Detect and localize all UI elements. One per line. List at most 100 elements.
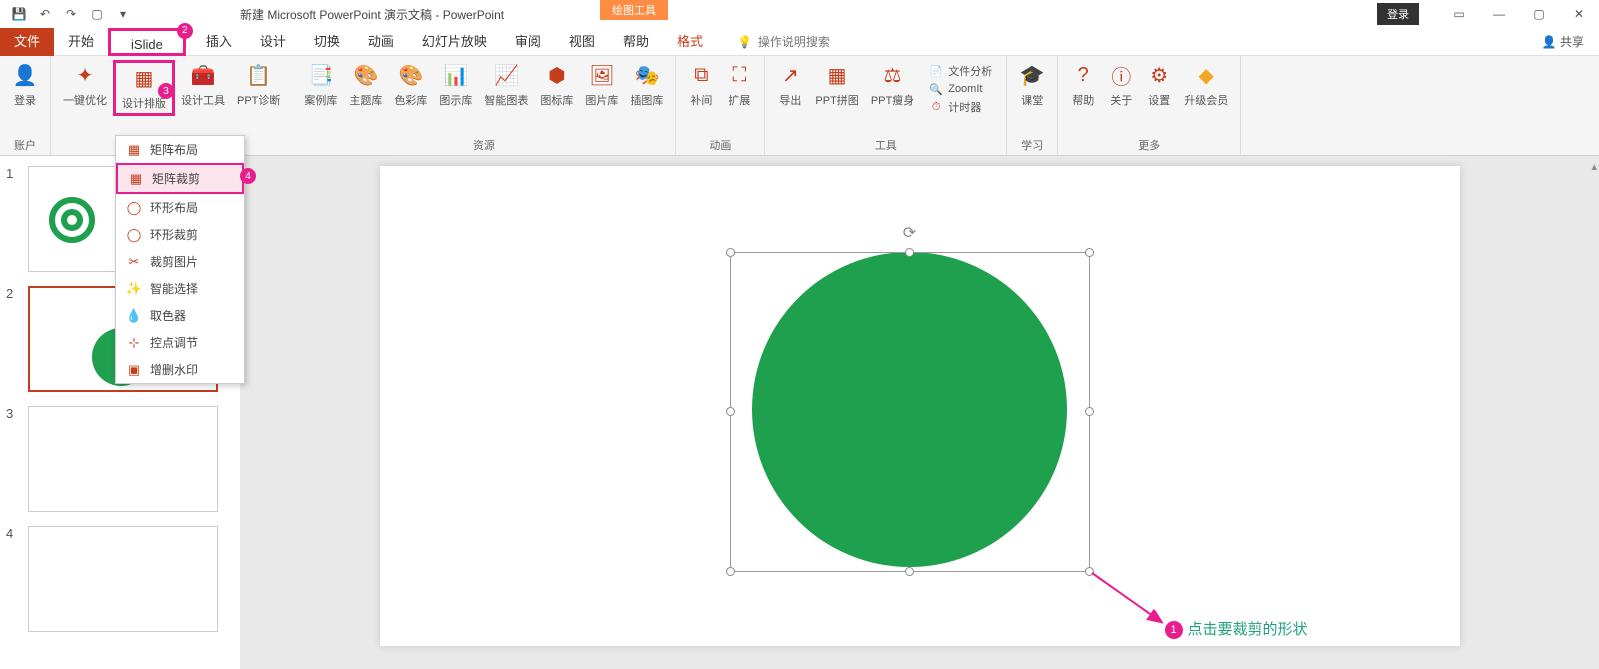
ppt-diagnose-button[interactable]: 📋 PPT诊断 bbox=[231, 60, 286, 110]
diet-button[interactable]: ⚖PPT瘦身 bbox=[865, 60, 920, 110]
tab-islide[interactable]: iSlide 2 bbox=[108, 28, 186, 56]
collapse-ribbon-icon[interactable]: ▴ bbox=[1591, 160, 1597, 173]
dropdown-label: 环形布局 bbox=[150, 199, 198, 216]
ring-layout-icon: ◯ bbox=[126, 200, 142, 216]
tab-transition[interactable]: 切换 bbox=[300, 28, 354, 56]
file-analyze-button[interactable]: 📄文件分析 bbox=[924, 62, 996, 80]
matrix-crop-icon: ▦ bbox=[128, 171, 144, 187]
illust-button[interactable]: 🎭插图库 bbox=[624, 60, 669, 110]
oneclick-optimize-button[interactable]: ✦ 一键优化 bbox=[57, 60, 113, 110]
handle-bc[interactable] bbox=[905, 567, 914, 576]
undo-icon[interactable]: ↶ bbox=[36, 5, 54, 23]
settings-button[interactable]: ⚙设置 bbox=[1140, 60, 1178, 110]
dropdown-watermark[interactable]: ▣增删水印 bbox=[116, 356, 244, 383]
handle-bl[interactable] bbox=[726, 567, 735, 576]
login-button[interactable]: 登录 bbox=[1377, 3, 1419, 25]
charts-button[interactable]: 📊图示库 bbox=[433, 60, 478, 110]
dropdown-ring-layout[interactable]: ◯ 环形布局 bbox=[116, 194, 244, 221]
share-icon: 👤 bbox=[1542, 35, 1557, 49]
handle-tl[interactable] bbox=[726, 248, 735, 257]
class-button[interactable]: 🎓课堂 bbox=[1013, 60, 1051, 110]
diet-label: PPT瘦身 bbox=[871, 92, 914, 108]
icons-label: 图标库 bbox=[540, 92, 573, 108]
save-icon[interactable]: 💾 bbox=[10, 5, 28, 23]
rotate-handle[interactable]: ⟳ bbox=[903, 223, 916, 243]
extend-icon: ⛶ bbox=[726, 62, 752, 88]
ribbon-options-icon[interactable]: ▭ bbox=[1439, 0, 1479, 28]
dropdown-ring-crop[interactable]: ◯环形裁剪 bbox=[116, 221, 244, 248]
timer-button[interactable]: ⏱计时器 bbox=[924, 98, 996, 116]
images-icon: 🖼 bbox=[589, 62, 615, 88]
tab-animation[interactable]: 动画 bbox=[354, 28, 408, 56]
login-ribbon-button[interactable]: 👤 登录 bbox=[6, 60, 44, 110]
close-icon[interactable]: ✕ bbox=[1559, 0, 1599, 28]
upgrade-button[interactable]: ◆升级会员 bbox=[1178, 60, 1234, 110]
thumb-4[interactable] bbox=[28, 526, 218, 632]
extend-button[interactable]: ⛶ 扩展 bbox=[720, 60, 758, 110]
supplement-button[interactable]: ⧉补间 bbox=[682, 60, 720, 110]
dropdown-label: 增删水印 bbox=[150, 361, 198, 378]
redo-icon[interactable]: ↷ bbox=[62, 5, 80, 23]
tab-help[interactable]: 帮助 bbox=[609, 28, 663, 56]
about-button[interactable]: ⓘ关于 bbox=[1102, 60, 1140, 110]
colors-button[interactable]: 🎨色彩库 bbox=[388, 60, 433, 110]
share-button[interactable]: 👤 共享 bbox=[1542, 33, 1584, 50]
icons-button[interactable]: ⬢图标库 bbox=[534, 60, 579, 110]
canvas-area[interactable]: ⟳ 1 点击要裁剪的形状 bbox=[240, 156, 1599, 669]
export-button[interactable]: ↗导出 bbox=[771, 60, 809, 110]
qat-dropdown-icon[interactable]: ▾ bbox=[114, 5, 132, 23]
dropdown-matrix-crop[interactable]: ▦ 矩阵裁剪 4 bbox=[116, 163, 244, 194]
design-layout-button[interactable]: ▦ 设计排版 3 bbox=[113, 60, 175, 116]
tab-view[interactable]: 视图 bbox=[555, 28, 609, 56]
themes-label: 主题库 bbox=[349, 92, 382, 108]
handle-ml[interactable] bbox=[726, 407, 735, 416]
handle-tr[interactable] bbox=[1085, 248, 1094, 257]
dropdown-color-picker[interactable]: 💧取色器 bbox=[116, 302, 244, 329]
slide-thumb-4[interactable]: 4 bbox=[6, 526, 234, 632]
start-show-icon[interactable]: ▢ bbox=[88, 5, 106, 23]
handle-tc[interactable] bbox=[905, 248, 914, 257]
tell-me-search[interactable]: 💡 操作说明搜索 bbox=[737, 33, 830, 50]
tab-review[interactable]: 审阅 bbox=[501, 28, 555, 56]
dropdown-smart-select[interactable]: ✨智能选择 bbox=[116, 275, 244, 302]
thumb-3[interactable] bbox=[28, 406, 218, 512]
tab-home[interactable]: 开始 bbox=[54, 28, 108, 56]
drawing-tools-context[interactable]: 绘图工具 bbox=[600, 0, 668, 20]
puzzle-button[interactable]: ▦PPT拼图 bbox=[809, 60, 864, 110]
dropdown-handle-adjust[interactable]: ⊹控点调节 bbox=[116, 329, 244, 356]
extend-label: 扩展 bbox=[728, 92, 750, 108]
maximize-icon[interactable]: ▢ bbox=[1519, 0, 1559, 28]
help-icon: ? bbox=[1070, 62, 1096, 88]
settings-label: 设置 bbox=[1148, 92, 1170, 108]
ribbon-tabs: 文件 开始 iSlide 2 插入 设计 切换 动画 幻灯片放映 审阅 视图 帮… bbox=[0, 28, 1599, 56]
design-tools-label: 设计工具 bbox=[181, 92, 225, 108]
cases-button[interactable]: 📑案例库 bbox=[298, 60, 343, 110]
help-button[interactable]: ?帮助 bbox=[1064, 60, 1102, 110]
share-label: 共享 bbox=[1560, 35, 1584, 49]
group-more-label: 更多 bbox=[1138, 135, 1160, 153]
zoomit-button[interactable]: 🔍ZoomIt bbox=[924, 80, 996, 98]
tab-islide-label: iSlide bbox=[131, 37, 163, 52]
tab-slideshow[interactable]: 幻灯片放映 bbox=[408, 28, 501, 56]
handles-icon: ⊹ bbox=[126, 335, 142, 351]
design-tools-button[interactable]: 🧰 设计工具 bbox=[175, 60, 231, 110]
tab-file[interactable]: 文件 bbox=[0, 28, 54, 56]
wand-icon: ✨ bbox=[126, 281, 142, 297]
colors-label: 色彩库 bbox=[394, 92, 427, 108]
tab-format[interactable]: 格式 bbox=[663, 28, 717, 56]
group-tools: ↗导出 ▦PPT拼图 ⚖PPT瘦身 📄文件分析 🔍ZoomIt ⏱计时器 工具 bbox=[765, 56, 1007, 155]
minimize-icon[interactable]: — bbox=[1479, 0, 1519, 28]
handle-mr[interactable] bbox=[1085, 407, 1094, 416]
dropdown-matrix-layout[interactable]: ▦矩阵布局 bbox=[116, 136, 244, 163]
dropdown-crop-image[interactable]: ✂裁剪图片 bbox=[116, 248, 244, 275]
about-label: 关于 bbox=[1110, 92, 1132, 108]
timer-label: 计时器 bbox=[948, 99, 981, 115]
smart-chart-button[interactable]: 📈智能图表 bbox=[478, 60, 534, 110]
tab-insert[interactable]: 插入 bbox=[192, 28, 246, 56]
themes-button[interactable]: 🎨主题库 bbox=[343, 60, 388, 110]
slide-canvas[interactable]: ⟳ 1 点击要裁剪的形状 bbox=[380, 166, 1460, 646]
tab-design[interactable]: 设计 bbox=[246, 28, 300, 56]
window-title: 新建 Microsoft PowerPoint 演示文稿 - PowerPoin… bbox=[240, 6, 504, 23]
images-button[interactable]: 🖼图片库 bbox=[579, 60, 624, 110]
slide-thumb-3[interactable]: 3 bbox=[6, 406, 234, 512]
